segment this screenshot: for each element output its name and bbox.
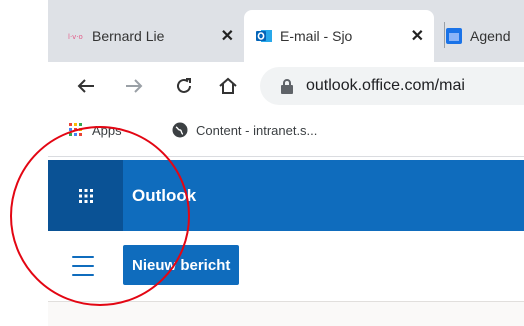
- command-bar: Nieuw bericht: [48, 231, 524, 302]
- outlook-header: Outlook: [48, 160, 524, 231]
- lock-icon[interactable]: [280, 78, 294, 94]
- tab-bernard[interactable]: l·v·o Bernard Lie ✕: [56, 10, 244, 62]
- tab-title: E-mail - Sjo: [280, 28, 353, 44]
- back-arrow-icon[interactable]: [72, 72, 100, 100]
- app-launcher-button[interactable]: [48, 160, 123, 231]
- calendar-app-icon: [446, 28, 462, 44]
- tab-close-icon[interactable]: ✕: [411, 26, 424, 46]
- browser-toolbar: outlook.office.com/mai: [48, 62, 524, 110]
- browser-window: l·v·o Bernard Lie ✕ E-mail - Sjo ✕ Agend…: [48, 0, 524, 326]
- globe-icon: [172, 122, 188, 138]
- bookmark-content-intranet[interactable]: Content - intranet.s...: [172, 122, 317, 138]
- bookmark-label: Content - intranet.s...: [196, 122, 318, 138]
- reload-icon[interactable]: [170, 72, 198, 100]
- svg-text:l·v·o: l·v·o: [68, 33, 83, 41]
- home-icon[interactable]: [214, 72, 242, 100]
- forward-arrow-icon[interactable]: [120, 72, 148, 100]
- bookmark-label: Apps: [92, 122, 122, 138]
- outlook-brand-link[interactable]: Outlook: [132, 160, 196, 231]
- tab-strip: l·v·o Bernard Lie ✕ E-mail - Sjo ✕ Agend: [48, 0, 524, 62]
- address-bar[interactable]: outlook.office.com/mai: [260, 67, 524, 105]
- new-message-button[interactable]: Nieuw bericht: [123, 245, 240, 285]
- url-text: outlook.office.com/mai: [306, 77, 465, 94]
- tab-close-icon[interactable]: ✕: [221, 26, 234, 46]
- outlook-logo-icon: [256, 28, 272, 44]
- tab-agenda[interactable]: Agend: [434, 10, 524, 62]
- tab-title: Agend: [470, 28, 511, 44]
- tab-title: Bernard Lie: [92, 28, 165, 44]
- hamburger-menu-icon[interactable]: [72, 256, 94, 276]
- apps-grid-icon: [68, 122, 84, 138]
- bookmarks-bar: Apps Content - intranet.s...: [48, 110, 524, 157]
- tab-email[interactable]: E-mail - Sjo ✕: [244, 10, 434, 62]
- waffle-icon: [78, 188, 93, 203]
- bookmark-apps[interactable]: Apps: [68, 122, 122, 138]
- lvo-logo-icon: l·v·o: [68, 28, 84, 44]
- content-area: [48, 302, 524, 326]
